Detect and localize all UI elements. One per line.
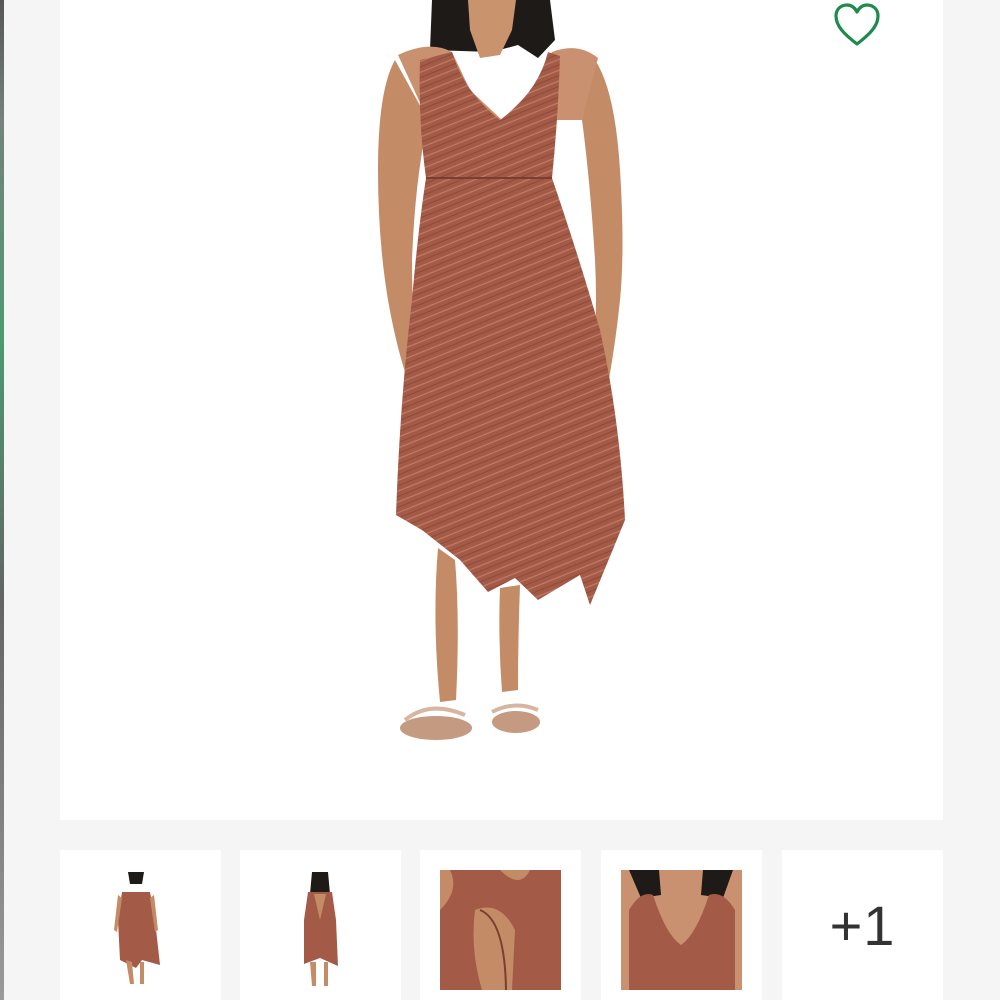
favorite-button[interactable] bbox=[829, 0, 885, 50]
thumbnail-dress-front-image bbox=[114, 872, 160, 984]
thumbnail-strip: +1 bbox=[60, 850, 943, 1000]
thumbnail-3[interactable] bbox=[420, 850, 581, 1000]
more-images-button[interactable]: +1 bbox=[782, 850, 943, 1000]
heart-outline-icon bbox=[834, 3, 880, 46]
main-product-image[interactable] bbox=[60, 0, 943, 820]
left-edge-strip bbox=[0, 0, 4, 1000]
thumbnail-2[interactable] bbox=[240, 850, 401, 1000]
more-images-count: +1 bbox=[829, 893, 896, 957]
thumbnail-neckline-detail-image bbox=[621, 870, 742, 990]
thumbnail-back-detail-image bbox=[440, 870, 561, 991]
thumbnail-1[interactable] bbox=[60, 850, 221, 1000]
thumbnail-4[interactable] bbox=[601, 850, 762, 1000]
dress-photo bbox=[378, 0, 625, 740]
thumbnail-dress-back-image bbox=[304, 872, 338, 986]
